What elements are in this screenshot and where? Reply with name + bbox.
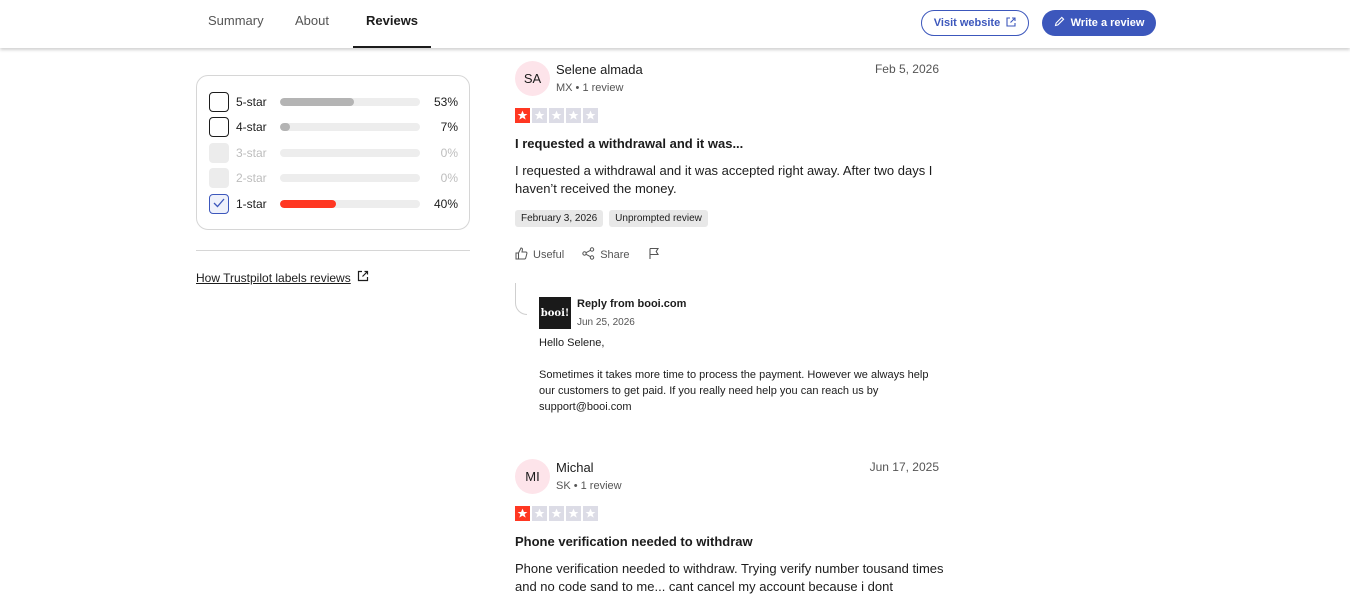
checkbox[interactable] (209, 194, 229, 214)
how-labels-reviews-link[interactable]: How Trustpilot labels reviews (196, 270, 369, 285)
filter-row-3-star: 3-star 0% (209, 143, 458, 163)
filter-row-4-star[interactable]: 4-star 7% (209, 117, 458, 137)
star-filter-card: 5-star 53% 4-star 7% 3-star 0% 2-star 0%… (196, 75, 470, 230)
share-icon (582, 247, 595, 263)
divider (196, 250, 470, 251)
top-nav: Summary About Reviews Visit website Writ… (0, 0, 1350, 48)
star-icon (515, 506, 530, 521)
tab-reviews[interactable]: Reviews (352, 0, 432, 48)
reviewer-name[interactable]: Selene almada (556, 62, 643, 77)
avatar[interactable]: MI (515, 459, 550, 494)
company-reply: booi! Reply from booi.com Jun 25, 2026 H… (515, 283, 939, 418)
rating-bar (280, 123, 420, 131)
filter-label: 4-star (236, 120, 267, 134)
star-icon (566, 506, 581, 521)
reply-body: Sometimes it takes more time to process … (539, 369, 929, 413)
filter-row-1-star[interactable]: 1-star 40% (209, 194, 458, 214)
filter-row-5-star[interactable]: 5-star 53% (209, 92, 458, 112)
star-icon (583, 108, 598, 123)
useful-button[interactable]: Useful (515, 247, 564, 263)
rating-bar (280, 149, 420, 157)
filter-label: 5-star (236, 95, 267, 109)
checkbox (209, 143, 229, 163)
unprompted-review-tag[interactable]: Unprompted review (609, 210, 708, 227)
star-icon (549, 108, 564, 123)
visit-website-button[interactable]: Visit website (921, 10, 1029, 36)
tab-summary[interactable]: Summary (208, 0, 264, 48)
checkbox[interactable] (209, 117, 229, 137)
star-rating (515, 108, 598, 123)
rating-bar (280, 174, 420, 182)
review-body: I requested a withdrawal and it was acce… (515, 163, 933, 196)
report-button[interactable] (648, 247, 661, 263)
star-icon (532, 108, 547, 123)
share-button[interactable]: Share (582, 247, 630, 263)
checkbox (209, 168, 229, 188)
thumbs-up-icon (515, 247, 528, 263)
checkmark-icon (213, 195, 225, 213)
review-title[interactable]: Phone verification needed to withdraw (515, 534, 753, 549)
filter-label: 3-star (236, 146, 267, 160)
reviewer-meta: SK • 1 review (556, 480, 622, 492)
reviewer-name[interactable]: Michal (556, 460, 594, 475)
filter-row-2-star: 2-star 0% (209, 168, 458, 188)
external-link-icon (357, 270, 369, 285)
experience-date-tag: February 3, 2026 (515, 210, 604, 227)
review-title[interactable]: I requested a withdrawal and it was... (515, 136, 743, 151)
reply-connector (515, 283, 527, 315)
review-date: Feb 5, 2026 (874, 62, 939, 76)
filter-percent: 0% (440, 171, 458, 185)
review-body: Phone verification needed to withdraw. T… (515, 561, 944, 594)
filter-percent: 0% (440, 146, 458, 160)
rating-bar-fill (280, 200, 336, 208)
filter-percent: 53% (433, 95, 458, 109)
checkbox[interactable] (209, 92, 229, 112)
star-icon (549, 506, 564, 521)
rating-bar (280, 98, 420, 106)
rating-bar-fill (280, 98, 355, 106)
pencil-icon (1054, 16, 1065, 30)
flag-icon (648, 247, 661, 263)
tab-about[interactable]: About (295, 0, 329, 48)
review-tags: February 3, 2026 Unprompted review (515, 210, 708, 227)
reply-greeting: Hello Selene, (539, 337, 605, 349)
filter-percent: 40% (433, 197, 458, 211)
rating-bar-fill (280, 123, 290, 131)
company-logo[interactable]: booi! (539, 297, 571, 329)
star-icon (566, 108, 581, 123)
labels-link-text: How Trustpilot labels reviews (196, 270, 351, 285)
visit-website-label: Visit website (933, 17, 1001, 29)
review-actions: Useful Share (515, 247, 661, 263)
star-icon (515, 108, 530, 123)
review-date: Jun 17, 2025 (869, 460, 939, 474)
external-link-icon (1006, 16, 1016, 30)
share-label: Share (600, 249, 630, 261)
review-card: MI Michal SK • 1 review Jun 17, 2025 Pho… (515, 459, 944, 599)
filter-percent: 7% (440, 120, 458, 134)
star-rating (515, 506, 598, 521)
reply-date: Jun 25, 2026 (577, 317, 635, 328)
company-logo-text: booi! (540, 307, 570, 319)
useful-label: Useful (533, 249, 565, 261)
reply-from: Reply from booi.com (577, 298, 687, 310)
review-card: SA Selene almada MX • 1 review Feb 5, 20… (515, 61, 939, 261)
star-icon (532, 506, 547, 521)
filter-label: 1-star (236, 197, 267, 211)
avatar[interactable]: SA (515, 61, 550, 96)
rating-bar (280, 200, 420, 208)
write-review-button[interactable]: Write a review (1042, 10, 1156, 36)
reviewer-meta: MX • 1 review (556, 82, 624, 94)
star-icon (583, 506, 598, 521)
write-review-label: Write a review (1070, 17, 1145, 29)
filter-label: 2-star (236, 171, 267, 185)
